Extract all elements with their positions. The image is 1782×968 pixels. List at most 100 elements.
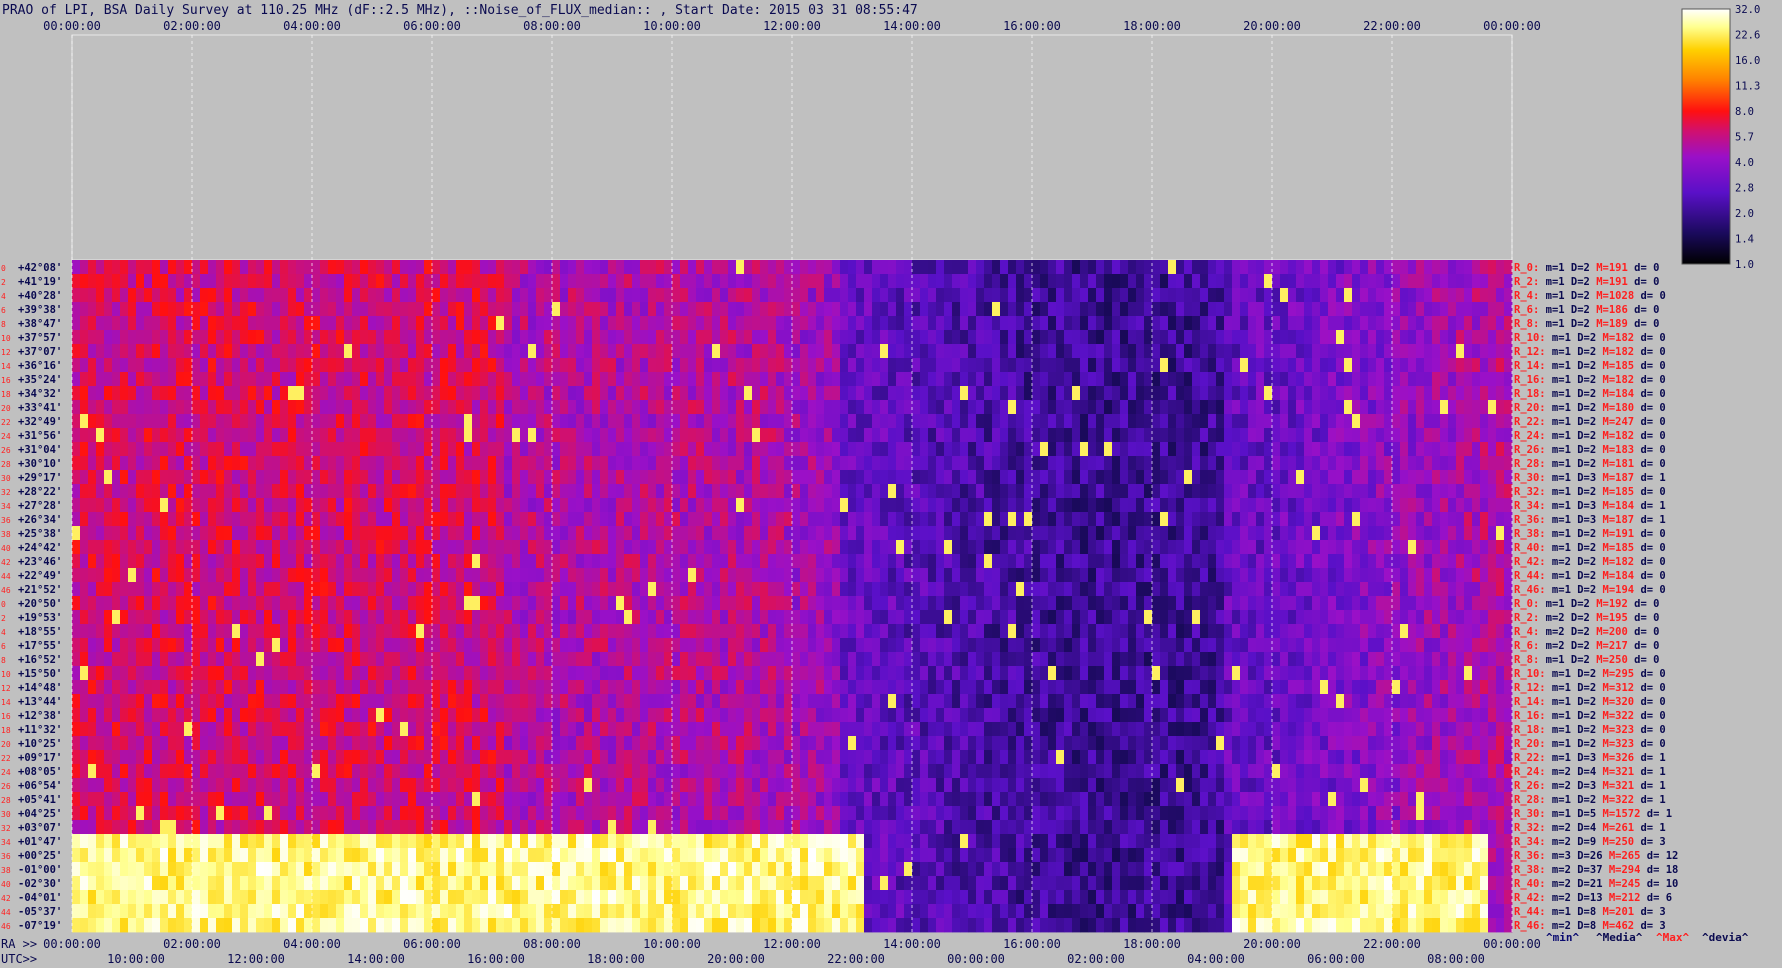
heatmap-cell: [312, 540, 321, 555]
heatmap-cell: [1312, 512, 1321, 527]
heatmap-cell: [912, 302, 921, 317]
heatmap-cell: [1192, 260, 1201, 275]
heatmap-cell: [680, 414, 689, 429]
heatmap-cell: [1504, 372, 1513, 387]
heatmap-cell: [872, 596, 881, 611]
heatmap-cell: [72, 428, 81, 443]
heatmap-cell: [320, 638, 329, 653]
heatmap-cell: [1488, 344, 1497, 359]
heatmap-cell: [616, 414, 625, 429]
heatmap-cell: [200, 344, 209, 359]
heatmap-cell: [976, 470, 985, 485]
heatmap-cell: [176, 428, 185, 443]
heatmap-cell: [1144, 274, 1153, 289]
heatmap-cell: [648, 274, 657, 289]
heatmap-cell: [360, 400, 369, 415]
heatmap-cell: [160, 302, 169, 317]
heatmap-cell: [1240, 470, 1249, 485]
heatmap-cell: [456, 512, 465, 527]
heatmap-cell: [1392, 624, 1401, 639]
heatmap-cell: [1296, 582, 1305, 597]
heatmap-cell: [920, 400, 929, 415]
heatmap-cell: [544, 582, 553, 597]
heatmap-cell: [664, 554, 673, 569]
heatmap-cell: [1344, 386, 1353, 401]
heatmap-cell: [1496, 624, 1505, 639]
heatmap-cell: [784, 582, 793, 597]
heatmap-cell: [568, 554, 577, 569]
heatmap-cell: [1248, 400, 1257, 415]
heatmap-cell: [760, 484, 769, 499]
heatmap-cell: [1224, 568, 1233, 583]
heatmap-cell: [504, 610, 513, 625]
heatmap-cell: [504, 540, 513, 555]
heatmap-cell: [392, 498, 401, 513]
heatmap-cell: [1488, 498, 1497, 513]
heatmap-cell: [976, 274, 985, 289]
heatmap-cell: [560, 358, 569, 373]
heatmap-cell: [200, 330, 209, 345]
heatmap-cell: [904, 638, 913, 653]
heatmap-cell: [896, 344, 905, 359]
heatmap-cell: [584, 274, 593, 289]
heatmap-cell: [520, 442, 529, 457]
heatmap-cell: [888, 274, 897, 289]
heatmap-cell: [1096, 414, 1105, 429]
heatmap-cell: [1168, 540, 1177, 555]
heatmap-cell: [648, 582, 657, 597]
heatmap-cell: [1304, 274, 1313, 289]
heatmap-cell: [1336, 512, 1345, 527]
heatmap-cell: [560, 470, 569, 485]
heatmap-cell: [856, 596, 865, 611]
heatmap-cell: [744, 316, 753, 331]
heatmap-cell: [1472, 484, 1481, 499]
heatmap-cell: [1048, 470, 1057, 485]
heatmap-cell: [1144, 372, 1153, 387]
heatmap-cell: [1112, 344, 1121, 359]
heatmap-cell: [872, 302, 881, 317]
heatmap-cell: [304, 274, 313, 289]
heatmap-cell: [1016, 358, 1025, 373]
heatmap-cell: [864, 512, 873, 527]
heatmap-cell: [840, 596, 849, 611]
heatmap-cell: [544, 638, 553, 653]
heatmap-cell: [520, 414, 529, 429]
heatmap-cell: [1152, 526, 1161, 541]
heatmap-cell: [1328, 288, 1337, 303]
heatmap-cell: [1072, 358, 1081, 373]
heatmap-cell: [1192, 274, 1201, 289]
heatmap-cell: [632, 512, 641, 527]
heatmap-cell: [1120, 358, 1129, 373]
heatmap-cell: [856, 358, 865, 373]
heatmap-cell: [1008, 288, 1017, 303]
heatmap-cell: [968, 470, 977, 485]
heatmap-cell: [744, 330, 753, 345]
heatmap-cell: [824, 596, 833, 611]
plot-frame-top: [71, 34, 1513, 261]
heatmap-cell: [656, 274, 665, 289]
heatmap-cell: [1128, 316, 1137, 331]
heatmap-cell: [728, 386, 737, 401]
heatmap-cell: [280, 358, 289, 373]
heatmap-cell: [1384, 358, 1393, 373]
heatmap-cell: [160, 456, 169, 471]
heatmap-cell: [424, 428, 433, 443]
heatmap-cell: [1368, 400, 1377, 415]
heatmap-cell: [1280, 512, 1289, 527]
heatmap-cell: [712, 414, 721, 429]
heatmap-cell: [552, 372, 561, 387]
heatmap-cell: [1456, 414, 1465, 429]
heatmap-cell: [1024, 456, 1033, 471]
heatmap-cell: [976, 302, 985, 317]
heatmap-cell: [1328, 526, 1337, 541]
heatmap-cell: [1456, 358, 1465, 373]
heatmap-cell: [112, 414, 121, 429]
heatmap-cell: [1480, 540, 1489, 555]
heatmap-cell: [448, 610, 457, 625]
heatmap-cell: [960, 442, 969, 457]
heatmap-cell: [704, 260, 713, 275]
heatmap-cell: [1024, 442, 1033, 457]
heatmap-cell: [432, 274, 441, 289]
heatmap-cell: [392, 414, 401, 429]
heatmap-cell: [992, 302, 1001, 317]
